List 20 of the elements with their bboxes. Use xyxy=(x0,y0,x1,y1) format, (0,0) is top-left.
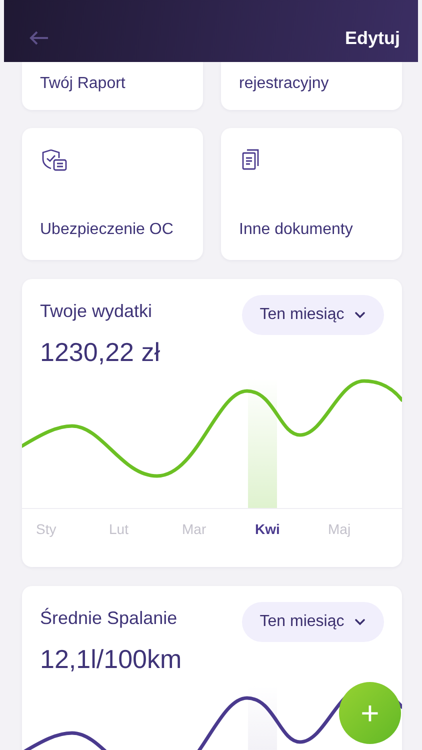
document-card[interactable]: Inne dokumenty xyxy=(221,128,402,260)
back-arrow-icon[interactable] xyxy=(28,30,50,46)
document-title: rejestracyjny xyxy=(239,74,330,94)
document-title: Twój Raport xyxy=(40,74,126,94)
stats-value: 1230,22 zł xyxy=(40,337,161,368)
period-dropdown[interactable]: Ten miesiąc xyxy=(242,295,384,335)
month-label[interactable]: Kwi xyxy=(255,521,328,537)
document-title: Ubezpieczenie OC xyxy=(40,220,174,240)
chevron-down-icon xyxy=(354,311,366,319)
document-card[interactable]: Twój Raport xyxy=(22,62,203,110)
document-card[interactable]: Ubezpieczenie OC xyxy=(22,128,203,260)
stats-value: 12,1l/100km xyxy=(40,644,183,675)
chevron-down-icon xyxy=(354,618,366,626)
document-card[interactable]: rejestracyjny xyxy=(221,62,402,110)
shield-document-icon xyxy=(40,148,68,172)
edit-button[interactable]: Edytuj xyxy=(344,28,400,48)
stats-title: Średnie Spalanie xyxy=(40,608,178,628)
stats-title: Twoje wydatki xyxy=(40,300,152,322)
document-title: Inne dokumenty xyxy=(239,220,354,240)
period-dropdown[interactable]: Ten miesiąc xyxy=(242,602,384,642)
